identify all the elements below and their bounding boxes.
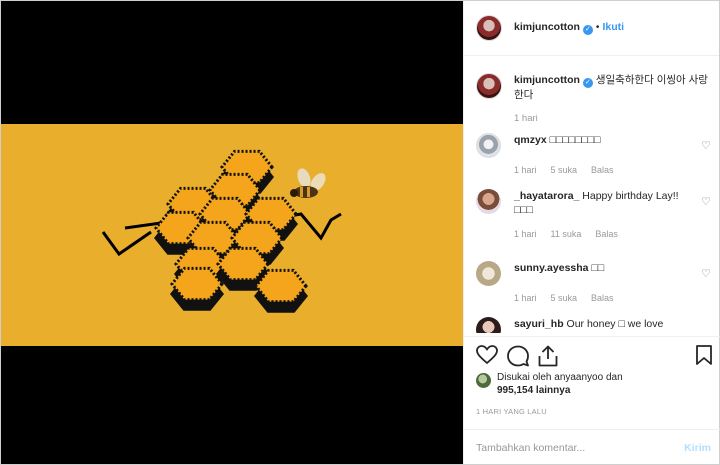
reply-button[interactable]: Balas	[595, 229, 618, 239]
post-media[interactable]	[1, 1, 463, 464]
honeycomb-image	[1, 124, 463, 346]
separator-dot: •	[595, 22, 600, 33]
comment-username[interactable]: sunny.ayessha	[514, 262, 589, 274]
bee-icon	[290, 168, 326, 198]
heart-icon[interactable]: ♡	[701, 267, 711, 280]
comment-text: □□□□□□□□	[549, 134, 601, 146]
reply-button[interactable]: Balas	[591, 165, 614, 175]
list-item: sunny.ayessha □□ 1 hari 5 suka Balas ♡	[476, 261, 712, 305]
heart-icon[interactable]: ♡	[701, 139, 711, 152]
comment-text: □□	[591, 262, 605, 274]
comment-likes[interactable]: 5 suka	[551, 293, 578, 303]
bookmark-icon[interactable]	[696, 345, 712, 365]
caption-username[interactable]: kimjuncotton	[514, 74, 580, 86]
list-item: qmzyx □□□□□□□□ 1 hari 5 suka Balas ♡	[476, 133, 712, 177]
avatar[interactable]	[476, 189, 501, 214]
comment-username[interactable]: _hayatarora_	[514, 190, 579, 202]
comments-list[interactable]: kimjuncotton ✓ 생일축하한다 이씽아 사랑한다 1 hari qmz…	[464, 57, 720, 333]
share-icon[interactable]	[538, 345, 558, 367]
heart-icon[interactable]	[476, 345, 498, 365]
avatar[interactable]	[476, 133, 501, 158]
avatar[interactable]	[476, 317, 501, 333]
post-comment-button[interactable]: Kirim	[684, 442, 711, 454]
avatar[interactable]	[476, 73, 502, 99]
caption-time[interactable]: 1 hari	[514, 112, 714, 126]
comment-username[interactable]: qmzyx	[514, 134, 547, 146]
comment-input[interactable]: Tambahkan komentar...	[476, 442, 585, 454]
list-item: _hayatarora_ Happy birthday Lay!! □□□ 1 …	[476, 189, 712, 241]
post-timestamp[interactable]: 1 HARI YANG LALU	[476, 407, 547, 416]
avatar[interactable]	[476, 15, 502, 41]
verified-badge-icon: ✓	[582, 25, 593, 35]
likes-line1: Disukai oleh anyaanyoo dan	[497, 372, 623, 383]
add-comment-bar: Tambahkan komentar... Kirim	[464, 429, 720, 465]
caption: kimjuncotton ✓ 생일축하한다 이씽아 사랑한다 1 hari	[476, 73, 714, 126]
likes-summary[interactable]: Disukai oleh anyaanyoo dan 995,154 lainn…	[476, 371, 623, 397]
comment-time[interactable]: 1 hari	[514, 165, 537, 175]
post-sidebar: kimjuncotton ✓ • Ikuti kimjuncotton ✓ 생일축하한다…	[463, 1, 720, 464]
verified-badge-icon: ✓	[582, 78, 593, 88]
post-header: kimjuncotton ✓ • Ikuti	[464, 1, 719, 56]
comment-username[interactable]: sayuri_hb	[514, 318, 564, 330]
comment-time[interactable]: 1 hari	[514, 293, 537, 303]
list-item: sayuri_hb Our honey □ we love	[476, 317, 712, 333]
reply-button[interactable]: Balas	[591, 293, 614, 303]
comment-text: Our honey □ we love	[566, 318, 664, 330]
avatar[interactable]	[476, 261, 501, 286]
honeycomb-illustration	[101, 149, 342, 313]
comment-likes[interactable]: 11 suka	[551, 229, 582, 239]
follow-button[interactable]: Ikuti	[602, 21, 624, 33]
avatar	[476, 373, 491, 388]
comment-icon[interactable]	[507, 345, 529, 367]
heart-icon[interactable]: ♡	[701, 195, 711, 208]
post-actions: Disukai oleh anyaanyoo dan 995,154 lainn…	[464, 336, 720, 464]
header-username[interactable]: kimjuncotton	[514, 21, 580, 33]
likes-count[interactable]: 995,154 lainnya	[497, 384, 623, 397]
comment-likes[interactable]: 5 suka	[551, 165, 578, 175]
comment-time[interactable]: 1 hari	[514, 229, 537, 239]
